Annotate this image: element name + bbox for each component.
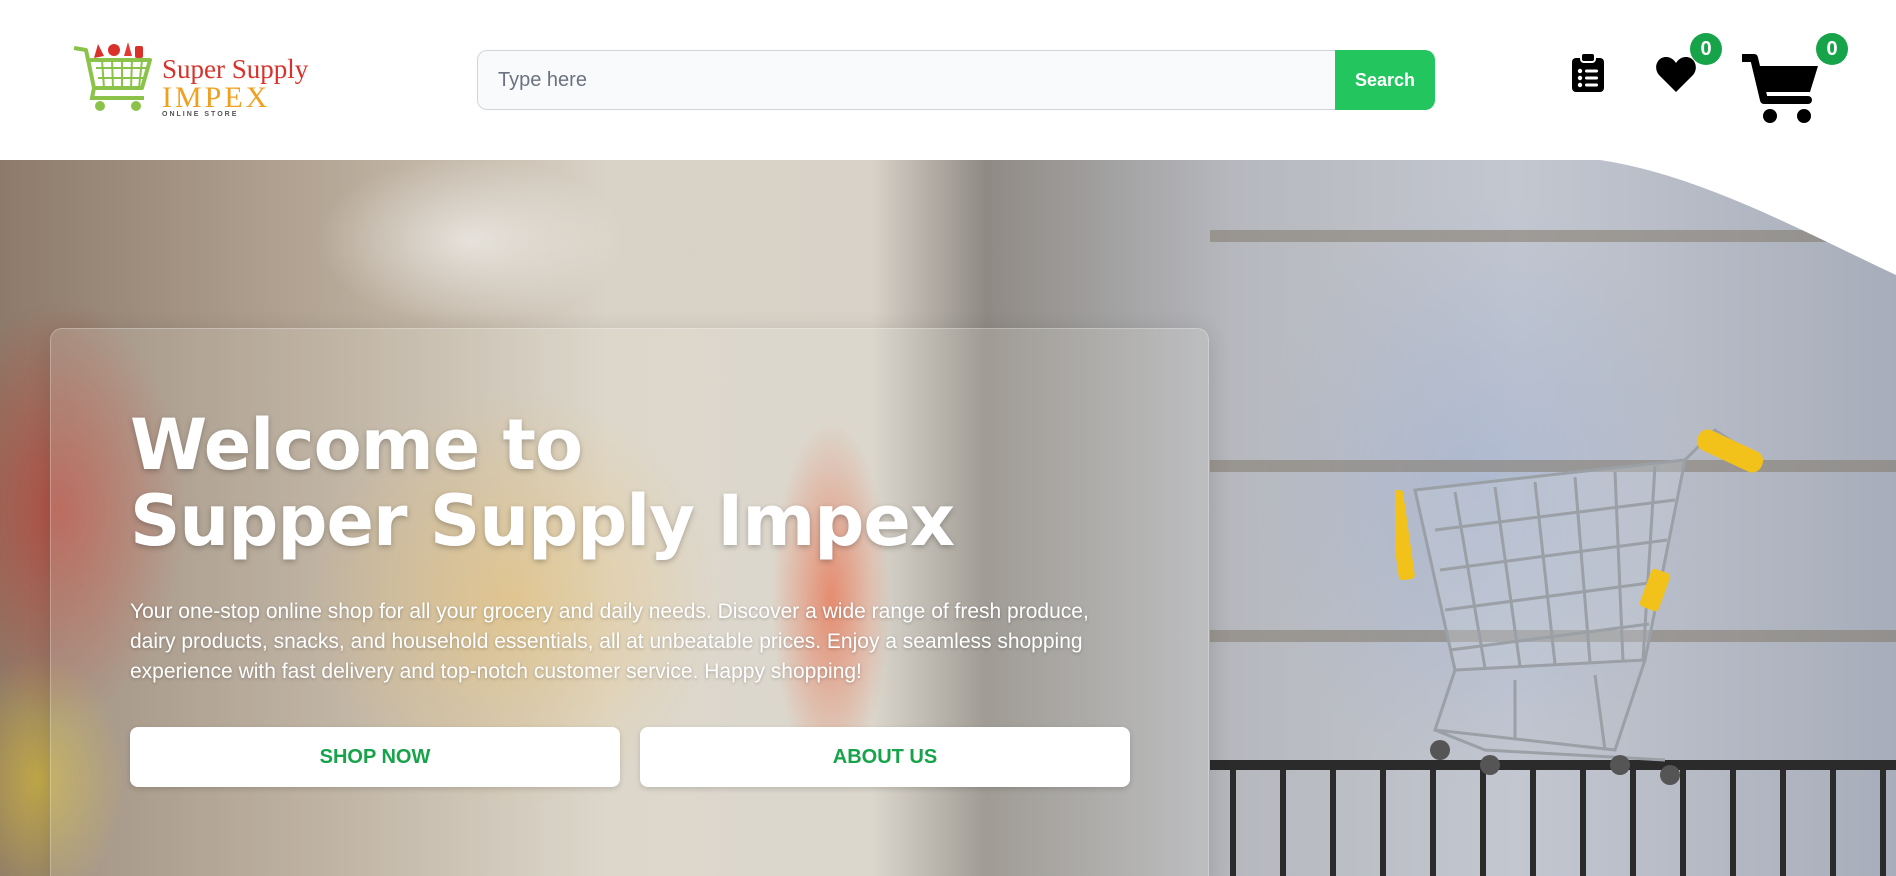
clipboard-list-icon[interactable] [1570, 53, 1606, 93]
cart-count-badge: 0 [1816, 33, 1848, 65]
shopping-cart-icon[interactable] [1742, 54, 1820, 126]
brand-name-line2: IMPEX [162, 81, 271, 114]
site-header: Super Supply IMPEX ONLINE STORE Search 0… [0, 0, 1896, 160]
hero-wave-shape [0, 160, 1896, 275]
hero-title-line2: Supper Supply Impex [130, 480, 955, 562]
brand-tagline: ONLINE STORE [162, 111, 239, 118]
brand-logo[interactable]: Super Supply IMPEX ONLINE STORE [72, 40, 332, 126]
hero-title-overlay: Welcome to Supper Supply Impex [130, 404, 955, 562]
search-bar: Search [477, 50, 1435, 110]
hero-title-line1: Welcome to [130, 404, 583, 486]
brand-name-line1: Super Supply [162, 54, 309, 84]
search-input[interactable] [477, 50, 1335, 110]
shop-now-button[interactable]: SHOP NOW [130, 727, 620, 787]
logo-cart-icon [73, 42, 152, 111]
heart-icon[interactable] [1655, 55, 1697, 93]
hero-description: Your one-stop online shop for all your g… [130, 600, 1089, 683]
wishlist-count-badge: 0 [1690, 33, 1722, 65]
shopping-trolley-image [1395, 428, 1764, 785]
search-button[interactable]: Search [1335, 50, 1435, 110]
about-us-button[interactable]: ABOUT US [640, 727, 1130, 787]
